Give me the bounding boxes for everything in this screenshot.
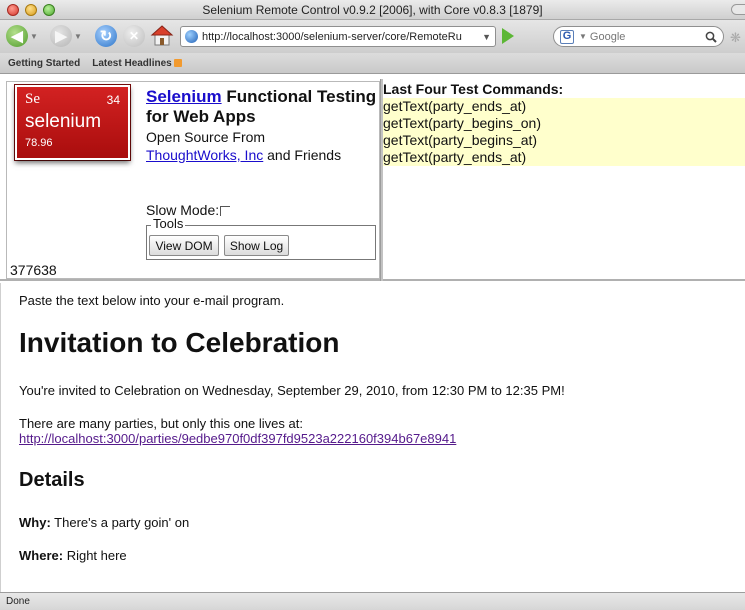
page-content: Se 34 selenium 78.96 Selenium Functional…	[0, 75, 745, 592]
site-globe-icon	[185, 30, 198, 43]
commands-list: getText(party_ends_at) getText(party_beg…	[383, 98, 745, 166]
commands-heading: Last Four Test Commands:	[383, 81, 564, 97]
command-item: getText(party_begins_on)	[383, 115, 541, 131]
where-label: Where:	[19, 548, 64, 563]
session-counter: 377638	[10, 262, 57, 278]
where-row: Where: Right here	[19, 548, 127, 563]
selenium-logo: Se 34 selenium 78.96	[15, 85, 130, 160]
details-heading: Details	[19, 469, 85, 491]
back-history-dropdown-icon[interactable]: ▼	[30, 32, 38, 41]
window-titlebar: Selenium Remote Control v0.9.2 [2006], w…	[0, 0, 745, 20]
logo-atomic-mass: 78.96	[25, 137, 53, 149]
selenium-home-link[interactable]: Selenium	[146, 87, 222, 106]
url-bar[interactable]: http://localhost:3000/selenium-server/co…	[180, 26, 496, 47]
subtitle-suffix: and Friends	[267, 147, 342, 163]
party-location-block: There are many parties, but only this on…	[19, 416, 456, 446]
bookmark-getting-started[interactable]: Getting Started	[8, 58, 80, 69]
back-button[interactable]: ◀ ▼	[6, 25, 38, 47]
back-arrow-icon: ◀	[6, 25, 28, 47]
rss-feed-icon	[173, 58, 182, 67]
tools-fieldset: Tools View DOM Show Log	[146, 217, 376, 260]
bookmark-latest-headlines[interactable]: Latest Headlines	[92, 57, 182, 69]
show-log-button[interactable]: Show Log	[224, 235, 289, 256]
why-value: There's a party goin' on	[54, 515, 190, 530]
selenium-title-block: Selenium Functional Testing for Web Apps…	[146, 87, 378, 164]
thoughtworks-link[interactable]: ThoughtWorks, Inc	[146, 147, 263, 163]
subtitle-prefix: Open Source From	[146, 129, 266, 145]
view-dom-button[interactable]: View DOM	[149, 235, 219, 256]
navigation-toolbar: ◀ ▼ ▶ ▼ ↻ ✕ http://localhost:3000/seleni…	[0, 20, 745, 53]
selenium-control-frame: Se 34 selenium 78.96 Selenium Functional…	[0, 75, 745, 281]
parties-text: There are many parties, but only this on…	[19, 416, 303, 431]
invitation-text: You're invited to Celebration on Wednesd…	[19, 383, 565, 398]
stop-icon: ✕	[128, 29, 140, 43]
home-button[interactable]	[150, 24, 174, 48]
why-row: Why: There's a party goin' on	[19, 515, 189, 530]
activity-spinner-icon: ❋	[730, 30, 741, 45]
selenium-subtitle: Open Source From ThoughtWorks, Inc and F…	[146, 128, 378, 164]
search-box[interactable]: G ▼ Google	[553, 26, 724, 47]
command-item: getText(party_ends_at)	[383, 149, 527, 165]
url-text[interactable]: http://localhost:3000/selenium-server/co…	[202, 31, 479, 43]
search-magnifier-icon[interactable]	[705, 31, 717, 43]
go-button[interactable]	[502, 28, 514, 44]
status-bar: Done	[0, 592, 745, 610]
bookmarks-toolbar: Getting Started Latest Headlines	[0, 53, 745, 74]
command-item: getText(party_begins_at)	[383, 132, 538, 148]
paste-instruction: Paste the text below into your e-mail pr…	[19, 293, 285, 308]
bookmark-label: Latest Headlines	[92, 57, 172, 69]
tools-legend: Tools	[151, 216, 186, 231]
invitation-title: Invitation to Celebration	[19, 327, 340, 358]
logo-wordmark: selenium	[25, 111, 102, 132]
logo-element-symbol: Se	[25, 91, 40, 107]
selenium-title: Selenium Functional Testing for Web Apps	[146, 87, 378, 127]
application-frame: Paste the text below into your e-mail pr…	[0, 283, 745, 592]
forward-button[interactable]: ▶ ▼	[50, 25, 82, 47]
slow-mode-checkbox[interactable]	[220, 206, 231, 216]
google-engine-icon[interactable]: G	[560, 29, 574, 44]
url-history-dropdown-icon[interactable]: ▼	[482, 32, 491, 42]
stop-button[interactable]: ✕	[123, 25, 145, 47]
why-label: Why:	[19, 515, 51, 530]
reload-button[interactable]: ↻	[95, 25, 117, 47]
toolbar-toggle-button[interactable]	[731, 4, 745, 15]
search-input[interactable]: Google	[590, 31, 705, 43]
search-engine-dropdown-icon[interactable]: ▼	[579, 32, 587, 41]
forward-arrow-icon: ▶	[50, 25, 72, 47]
where-value: Right here	[66, 548, 127, 563]
reload-icon: ↻	[99, 28, 113, 45]
window-title: Selenium Remote Control v0.9.2 [2006], w…	[202, 3, 543, 17]
command-item: getText(party_ends_at)	[383, 98, 527, 114]
forward-history-dropdown-icon[interactable]: ▼	[74, 32, 82, 41]
status-text: Done	[6, 596, 30, 607]
logo-atomic-number: 34	[106, 93, 120, 107]
party-link[interactable]: http://localhost:3000/parties/9edbe970f0…	[19, 431, 456, 446]
home-icon	[150, 25, 174, 46]
